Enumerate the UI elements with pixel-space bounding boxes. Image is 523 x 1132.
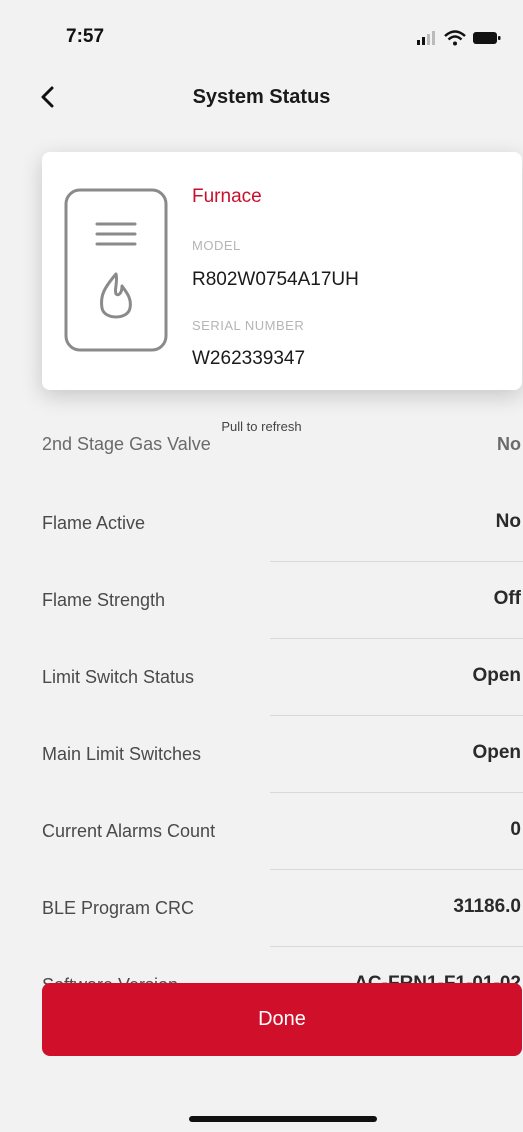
model-label: MODEL (192, 238, 241, 253)
status-bar: 7:57 (0, 0, 523, 70)
row-value: 0 (510, 819, 521, 840)
list-row-current-alarms-count: Current Alarms Count 0 (0, 793, 523, 870)
row-label: Main Limit Switches (42, 744, 202, 764)
list-row-flame-active: Flame Active No (0, 485, 523, 562)
wifi-icon (444, 30, 466, 46)
row-value: Open (472, 665, 521, 686)
serial-number-value: W262339347 (192, 348, 306, 369)
row-value: No (495, 511, 521, 532)
row-label: 2nd Stage Gas Valve (42, 434, 211, 454)
home-indicator (189, 1116, 377, 1122)
row-label: Limit Switch Status (42, 667, 195, 687)
serial-number-label: SERIAL NUMBER (192, 318, 305, 333)
row-label: BLE Program CRC (42, 898, 195, 918)
signal-icon (417, 31, 435, 45)
row-value: No (497, 434, 521, 454)
battery-icon (473, 32, 501, 44)
furnace-flame-icon (64, 188, 168, 357)
row-label: Flame Strength (42, 590, 166, 610)
status-list: Flame Active No Flame Strength Off Limit… (0, 485, 523, 1024)
status-icons (415, 28, 505, 48)
row-value: Open (472, 742, 521, 763)
device-card: Furnace MODEL R802W0754A17UH SERIAL NUMB… (42, 152, 522, 390)
device-name: Furnace (192, 186, 262, 207)
list-row-main-limit-switches: Main Limit Switches Open (0, 716, 523, 793)
status-time: 7:57 (66, 26, 105, 47)
list-row-partial: 2nd Stage Gas Valve No (0, 430, 523, 464)
list-row-limit-switch-status: Limit Switch Status Open (0, 639, 523, 716)
row-value: Off (493, 588, 521, 609)
pull-to-refresh-hint: Pull to refresh (221, 419, 302, 434)
list-row-flame-strength: Flame Strength Off (0, 562, 523, 639)
page-title: System Status (192, 86, 331, 108)
row-value: 31186.0 (453, 896, 521, 917)
model-value: R802W0754A17UH (192, 269, 359, 290)
nav-bar: System Status (0, 72, 523, 124)
list-row-ble-program-crc: BLE Program CRC 31186.0 (0, 870, 523, 947)
done-button[interactable]: Done (42, 983, 522, 1056)
row-label: Flame Active (42, 513, 146, 533)
row-label: Current Alarms Count (42, 821, 216, 841)
